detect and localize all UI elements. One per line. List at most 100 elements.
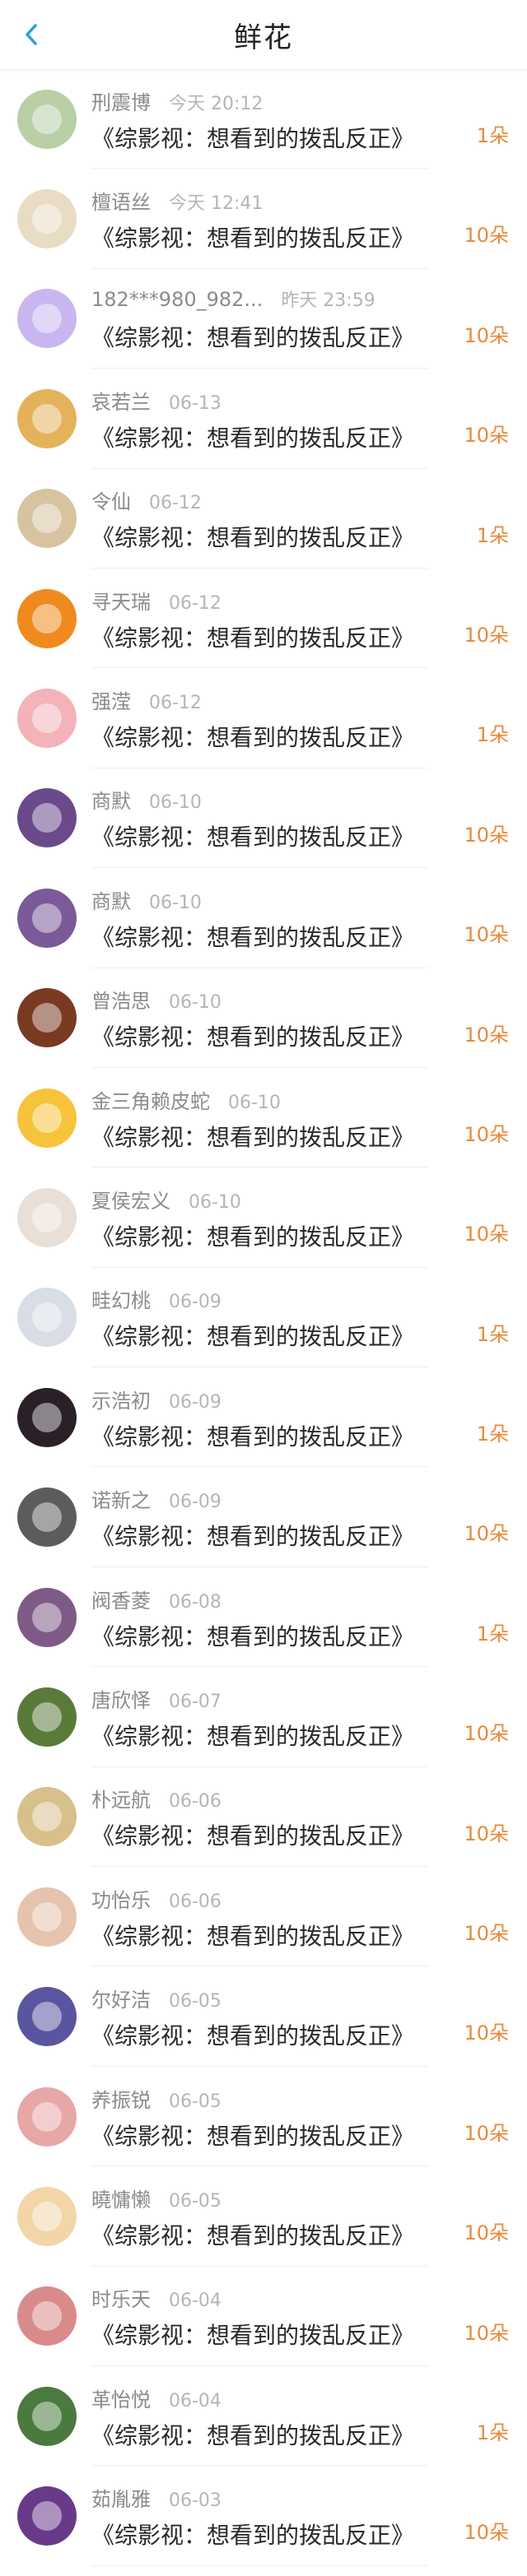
back-button[interactable] — [15, 18, 48, 51]
timestamp: 06-06 — [169, 1891, 222, 1912]
timestamp: 今天 20:12 — [169, 93, 264, 114]
work-title: 《综影视：想看到的拨乱反正》 — [91, 1123, 415, 1151]
flower-record-row[interactable]: 畦幻桃 06-09 《综影视：想看到的拨乱反正》 1朵 — [0, 1268, 527, 1368]
flower-record-row[interactable]: 商默 06-10 《综影视：想看到的拨乱反正》 10朵 — [0, 768, 527, 869]
record-content: 哀若兰 06-13 《综影视：想看到的拨乱反正》 — [91, 384, 527, 453]
avatar[interactable] — [17, 289, 77, 349]
flower-amount: 10朵 — [464, 1822, 509, 1845]
flower-record-row[interactable]: 寻天瑞 06-12 《综影视：想看到的拨乱反正》 10朵 — [0, 569, 527, 669]
avatar[interactable] — [17, 2086, 77, 2147]
flower-record-row[interactable]: 诺新之 06-09 《综影视：想看到的拨乱反正》 10朵 — [0, 1467, 527, 1567]
flower-record-row[interactable]: 革怡悦 06-04 《综影视：想看到的拨乱反正》 1朵 — [0, 2366, 527, 2467]
user-name[interactable]: 刑震博 — [91, 86, 151, 115]
user-name[interactable]: 寻天瑞 — [91, 586, 151, 615]
user-name[interactable]: 畦幻桃 — [91, 1284, 151, 1313]
record-meta: 示浩初 06-09 — [91, 1385, 527, 1416]
avatar[interactable] — [17, 2186, 77, 2246]
user-name[interactable]: 示浩初 — [91, 1385, 151, 1413]
record-meta: 养振锐 06-05 — [91, 2084, 527, 2115]
record-meta: 时乐天 06-04 — [91, 2283, 527, 2314]
avatar[interactable] — [17, 1887, 77, 1947]
user-name[interactable]: 夏侯宏义 — [91, 1185, 170, 1214]
divider — [91, 2564, 428, 2566]
avatar[interactable] — [17, 189, 77, 249]
user-name[interactable]: 尔好洁 — [91, 1984, 151, 2012]
flower-record-row[interactable]: 强滢 06-12 《综影视：想看到的拨乱反正》 1朵 — [0, 668, 527, 768]
user-name[interactable]: 金三角赖皮蛇 — [91, 1085, 210, 1114]
record-meta: 曉慵懒 06-05 — [91, 2184, 527, 2215]
avatar[interactable] — [17, 1787, 77, 1847]
flower-record-row[interactable]: 檀语丝 今天 12:41 《综影视：想看到的拨乱反正》 10朵 — [0, 169, 527, 269]
user-name[interactable]: 檀语丝 — [91, 186, 151, 215]
flower-record-row[interactable]: 哀若兰 06-13 《综影视：想看到的拨乱反正》 10朵 — [0, 369, 527, 469]
avatar[interactable] — [17, 2286, 77, 2346]
avatar[interactable] — [17, 1587, 77, 1647]
record-content: 示浩初 06-09 《综影视：想看到的拨乱反正》 — [91, 1383, 527, 1452]
user-name[interactable]: 阀香菱 — [91, 1585, 151, 1613]
flower-record-row[interactable]: 182***980_982... 昨天 23:59 《综影视：想看到的拨乱反正》… — [0, 269, 527, 369]
timestamp: 06-09 — [169, 1292, 222, 1313]
flower-record-row[interactable]: 时乐天 06-04 《综影视：想看到的拨乱反正》 10朵 — [0, 2267, 527, 2366]
avatar[interactable] — [17, 2386, 77, 2446]
user-name[interactable]: 哀若兰 — [91, 386, 151, 415]
timestamp: 06-12 — [149, 493, 202, 514]
flower-record-row[interactable]: 商默 06-10 《综影视：想看到的拨乱反正》 10朵 — [0, 868, 527, 968]
user-name[interactable]: 曾浩思 — [91, 985, 151, 1014]
user-name[interactable]: 朴远航 — [91, 1784, 151, 1812]
record-content: 夏侯宏义 06-10 《综影视：想看到的拨乱反正》 — [91, 1183, 527, 1252]
avatar[interactable] — [17, 1288, 77, 1348]
user-name[interactable]: 革怡悦 — [91, 2383, 151, 2412]
user-name[interactable]: 曉慵懒 — [91, 2184, 151, 2212]
flower-record-row[interactable]: 尔好洁 06-05 《综影视：想看到的拨乱反正》 10朵 — [0, 1966, 527, 2067]
user-name[interactable]: 养振锐 — [91, 2084, 151, 2113]
avatar[interactable] — [17, 689, 77, 749]
avatar[interactable] — [17, 988, 77, 1048]
user-name[interactable]: 商默 — [91, 785, 131, 814]
flower-record-row[interactable]: 金三角赖皮蛇 06-10 《综影视：想看到的拨乱反正》 10朵 — [0, 1068, 527, 1168]
page-title: 鲜花 — [234, 21, 293, 54]
record-meta: 革怡悦 06-04 — [91, 2383, 527, 2415]
user-name[interactable]: 商默 — [91, 885, 131, 914]
flower-record-row[interactable]: 阀香菱 06-08 《综影视：想看到的拨乱反正》 1朵 — [0, 1567, 527, 1668]
flower-record-row[interactable]: 夏侯宏义 06-10 《综影视：想看到的拨乱反正》 10朵 — [0, 1167, 527, 1268]
flower-record-row[interactable]: 养振锐 06-05 《综影视：想看到的拨乱反正》 10朵 — [0, 2067, 527, 2167]
user-name[interactable]: 时乐天 — [91, 2283, 151, 2312]
timestamp: 06-10 — [189, 1191, 241, 1213]
flower-record-row[interactable]: 曉慵懒 06-05 《综影视：想看到的拨乱反正》 10朵 — [0, 2166, 527, 2267]
flower-record-row[interactable]: 功怡乐 06-06 《综影视：想看到的拨乱反正》 10朵 — [0, 1867, 527, 1967]
avatar[interactable] — [17, 1488, 77, 1548]
flower-record-row[interactable]: 令仙 06-12 《综影视：想看到的拨乱反正》 1朵 — [0, 469, 527, 569]
work-title: 《综影视：想看到的拨乱反正》 — [91, 324, 415, 352]
work-title: 《综影视：想看到的拨乱反正》 — [91, 124, 415, 152]
avatar[interactable] — [17, 1187, 77, 1247]
avatar[interactable] — [17, 1387, 77, 1447]
timestamp: 06-06 — [169, 1791, 222, 1812]
user-name[interactable]: 功怡乐 — [91, 1884, 151, 1913]
flower-record-row[interactable]: 茹胤雅 06-03 《综影视：想看到的拨乱反正》 10朵 — [0, 2466, 527, 2566]
timestamp: 06-10 — [169, 992, 222, 1014]
avatar[interactable] — [17, 2486, 77, 2546]
user-name[interactable]: 令仙 — [91, 485, 131, 514]
flower-record-row[interactable]: 示浩初 06-09 《综影视：想看到的拨乱反正》 1朵 — [0, 1367, 527, 1468]
flower-record-row[interactable]: 朴远航 06-06 《综影视：想看到的拨乱反正》 10朵 — [0, 1767, 527, 1868]
work-title: 《综影视：想看到的拨乱反正》 — [91, 624, 415, 652]
avatar[interactable] — [17, 888, 77, 948]
avatar[interactable] — [17, 1088, 77, 1148]
flower-record-row[interactable]: 刑震博 今天 20:12 《综影视：想看到的拨乱反正》 1朵 — [0, 69, 527, 169]
user-name[interactable]: 诺新之 — [91, 1484, 151, 1513]
work-title: 《综影视：想看到的拨乱反正》 — [91, 1323, 415, 1351]
user-name[interactable]: 唐欣怿 — [91, 1684, 151, 1713]
top-bar: 鲜花 — [0, 0, 527, 69]
avatar[interactable] — [17, 1687, 77, 1747]
flower-record-row[interactable]: 唐欣怿 06-07 《综影视：想看到的拨乱反正》 10朵 — [0, 1667, 527, 1767]
avatar[interactable] — [17, 1987, 77, 2047]
user-name[interactable]: 强滢 — [91, 685, 131, 714]
avatar[interactable] — [17, 588, 77, 648]
avatar[interactable] — [17, 788, 77, 848]
avatar[interactable] — [17, 89, 77, 149]
flower-record-row[interactable]: 曾浩思 06-10 《综影视：想看到的拨乱反正》 10朵 — [0, 968, 527, 1068]
avatar[interactable] — [17, 489, 77, 549]
user-name[interactable]: 茹胤雅 — [91, 2483, 151, 2512]
user-name[interactable]: 182***980_982... — [91, 288, 263, 311]
avatar[interactable] — [17, 388, 77, 448]
